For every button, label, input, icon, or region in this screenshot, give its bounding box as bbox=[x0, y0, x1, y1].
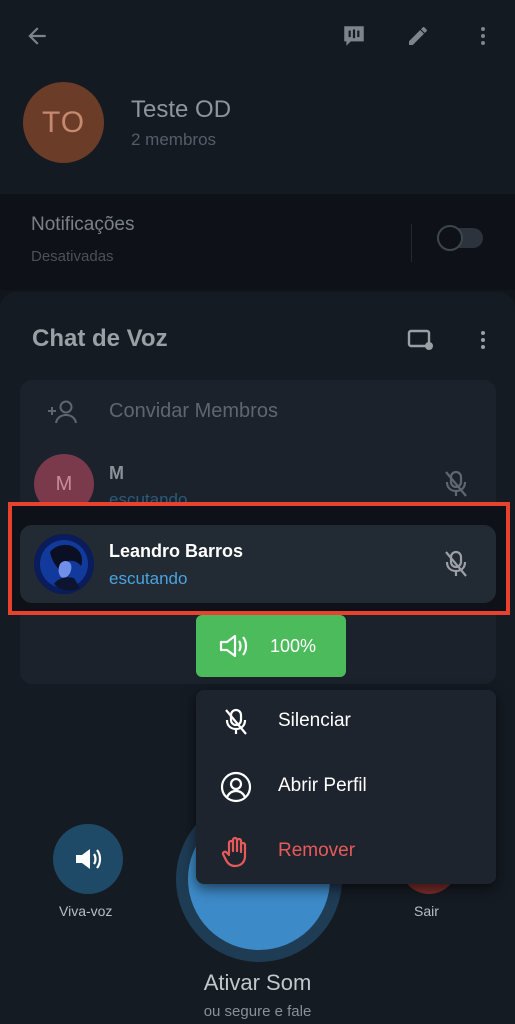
participant-row-leandro[interactable]: Leandro Barros escutando bbox=[20, 525, 496, 603]
participant-context-menu: Silenciar Abrir Perfil Remover bbox=[196, 690, 496, 884]
group-member-count: 2 membros bbox=[131, 130, 217, 149]
menu-item-abrir-perfil[interactable]: Abrir Perfil bbox=[196, 755, 496, 819]
volume-icon bbox=[214, 626, 254, 666]
notifications-label: Notificações bbox=[31, 214, 135, 235]
notifications-row[interactable]: Notificações Desativadas bbox=[0, 194, 515, 290]
edit-pencil-icon[interactable] bbox=[398, 16, 438, 56]
top-bar bbox=[0, 0, 515, 72]
unmute-label: Ativar Som bbox=[203, 970, 312, 995]
toggle-knob bbox=[437, 225, 463, 251]
menu-item-label: Remover bbox=[278, 840, 356, 861]
menu-item-silenciar[interactable]: Silenciar bbox=[196, 690, 496, 754]
voice-chat-title: Chat de Voz bbox=[32, 325, 168, 352]
group-voice-chat-screen: TO Teste OD 2 membros Notificações Desat… bbox=[0, 0, 515, 1024]
menu-item-remover[interactable]: Remover bbox=[196, 820, 496, 884]
invite-members-button[interactable]: Convidar Membros bbox=[109, 400, 278, 423]
mic-off-icon bbox=[220, 706, 252, 738]
sheet-more-vert-icon[interactable] bbox=[463, 320, 503, 360]
mic-off-icon[interactable] bbox=[436, 544, 476, 584]
voice-chat-icon[interactable] bbox=[334, 16, 374, 56]
menu-item-label: Silenciar bbox=[278, 710, 351, 731]
divider bbox=[411, 224, 412, 262]
notifications-toggle[interactable] bbox=[437, 225, 483, 251]
screen-share-icon[interactable] bbox=[400, 320, 440, 360]
speaker-button[interactable] bbox=[53, 824, 123, 894]
participant-status: escutando bbox=[109, 569, 188, 588]
volume-percent: 100% bbox=[270, 636, 317, 656]
avatar[interactable] bbox=[34, 534, 94, 594]
group-avatar[interactable]: TO bbox=[23, 82, 104, 163]
menu-item-label: Abrir Perfil bbox=[278, 775, 367, 796]
participant-name: M bbox=[109, 463, 124, 483]
hand-icon bbox=[220, 836, 252, 868]
more-vert-icon[interactable] bbox=[463, 16, 503, 56]
notifications-status: Desativadas bbox=[31, 248, 114, 265]
speaker-icon bbox=[76, 849, 102, 869]
back-arrow-icon[interactable] bbox=[17, 16, 57, 56]
group-title: Teste OD bbox=[131, 96, 232, 123]
leave-label: Sair bbox=[414, 903, 439, 919]
group-header: TO Teste OD 2 membros bbox=[0, 72, 515, 194]
add-user-icon bbox=[42, 392, 82, 432]
profile-icon bbox=[220, 771, 252, 803]
participant-name: Leandro Barros bbox=[109, 541, 244, 561]
mic-off-icon[interactable] bbox=[436, 464, 476, 504]
unmute-hint: ou segure e fale bbox=[203, 1003, 312, 1020]
speaker-label: Viva-voz bbox=[59, 903, 113, 919]
